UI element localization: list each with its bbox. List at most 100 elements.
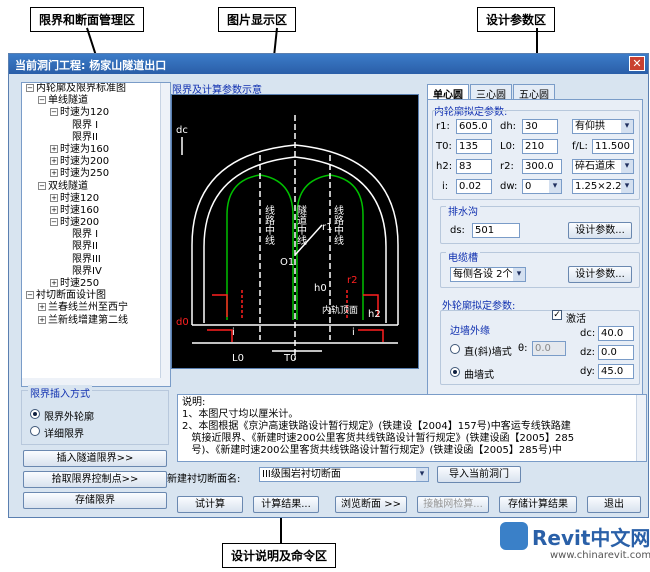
collapse-icon[interactable]: − bbox=[38, 96, 46, 105]
collapse-icon[interactable]: − bbox=[38, 181, 46, 190]
limit-tree[interactable]: − 内轮廓及限界标准图 − 单线隧道 − 时速为120 限界 I 限界II + 时速为160 + 时速… bbox=[21, 82, 171, 387]
tree-item[interactable]: 限界III bbox=[22, 254, 170, 266]
tree-item-label: 衬切断面设计图 bbox=[36, 290, 106, 302]
tree-item[interactable]: 限界II bbox=[22, 132, 170, 144]
detailed-limit-radio[interactable] bbox=[30, 426, 40, 436]
tree-item[interactable]: + 时速160 bbox=[22, 205, 170, 217]
tree-item[interactable]: + 时速250 bbox=[22, 278, 170, 290]
exit-button[interactable]: 退出 bbox=[587, 496, 641, 513]
insert-limit-button[interactable]: 插入隧道限界>> bbox=[23, 450, 167, 467]
tree-item-label: 单线隧道 bbox=[48, 95, 88, 107]
collapse-icon[interactable]: − bbox=[50, 218, 58, 227]
drawing-canvas[interactable]: dc O1 r1 h0 h2 r2 T0 L0 d0 i i 内轨顶面 线路中线… bbox=[171, 94, 419, 369]
dz-field[interactable]: 0.0 bbox=[598, 345, 634, 360]
l0-label: L0: bbox=[500, 141, 516, 152]
section-name-select[interactable]: III级围岩衬切断面 bbox=[259, 467, 429, 482]
invert-select[interactable]: 有仰拱 bbox=[572, 119, 634, 134]
fl-label: f/L: bbox=[572, 141, 588, 152]
theta-field[interactable]: 0.0 bbox=[532, 341, 566, 356]
dy-field[interactable]: 45.0 bbox=[598, 364, 634, 379]
expand-icon[interactable]: + bbox=[50, 157, 58, 166]
description-scrollbar[interactable] bbox=[636, 395, 646, 461]
r1-field[interactable]: 605.0 bbox=[456, 119, 492, 134]
tree-item[interactable]: + 兰春线兰州至西宁 bbox=[22, 302, 170, 314]
collapse-icon[interactable]: − bbox=[50, 108, 58, 117]
import-portal-button[interactable]: 导入当前洞门 bbox=[437, 466, 521, 483]
curved-wall-radio[interactable] bbox=[450, 367, 460, 377]
dh-field[interactable]: 30 bbox=[522, 119, 558, 134]
drain-design-button[interactable]: 设计参数... bbox=[568, 222, 632, 239]
close-icon[interactable]: ✕ bbox=[629, 56, 645, 71]
tree-item[interactable]: − 时速200 bbox=[22, 217, 170, 229]
tree-scrollbar[interactable] bbox=[160, 83, 170, 386]
tree-item-label: 限界 I bbox=[72, 119, 99, 131]
dc-field[interactable]: 40.0 bbox=[598, 326, 634, 341]
fl-field[interactable]: 11.500 bbox=[592, 139, 634, 154]
label-center-line: 隧道中线 bbox=[295, 204, 307, 245]
tunnel-section-drawing: dc O1 r1 h0 h2 r2 T0 L0 d0 i i 内轨顶面 线路中线… bbox=[176, 115, 399, 364]
collapse-icon[interactable]: − bbox=[26, 84, 34, 92]
tree-item[interactable]: + 时速为160 bbox=[22, 144, 170, 156]
tree-item-label: 时速250 bbox=[60, 278, 100, 289]
tree-item[interactable]: + 时速为200 bbox=[22, 156, 170, 168]
label-r2: r2 bbox=[347, 275, 357, 286]
drain-title: 排水沟 bbox=[446, 203, 480, 218]
watermark-brand: Revit中文网 bbox=[532, 526, 650, 550]
tree-item[interactable]: + 兰新线增建第二线 bbox=[22, 315, 170, 327]
ds-field[interactable]: 501 bbox=[472, 223, 520, 238]
tree-item[interactable]: − 衬切断面设计图 bbox=[22, 290, 170, 302]
tree-item[interactable]: − 双线隧道 bbox=[22, 181, 170, 193]
calc-result-button[interactable]: 计算结果... bbox=[253, 496, 319, 513]
callout-command-area: 设计说明及命令区 bbox=[222, 543, 337, 568]
dw-select[interactable]: 0 bbox=[522, 179, 562, 194]
tree-item[interactable]: + 时速为250 bbox=[22, 168, 170, 180]
pick-control-points-button[interactable]: 拾取限界控制点>> bbox=[23, 471, 167, 488]
save-result-button[interactable]: 存储计算结果 bbox=[499, 496, 577, 513]
description-line: 1、本图尺寸均以厘米计。 bbox=[182, 409, 299, 420]
section-name-label: 新建衬切断面名: bbox=[167, 474, 241, 485]
trial-calc-button[interactable]: 试计算 bbox=[177, 496, 243, 513]
expand-icon[interactable]: + bbox=[50, 205, 58, 214]
expand-icon[interactable]: + bbox=[38, 315, 46, 324]
expand-icon[interactable]: + bbox=[38, 303, 46, 312]
tree-item[interactable]: + 时速120 bbox=[22, 193, 170, 205]
expand-icon[interactable]: + bbox=[50, 169, 58, 178]
l0-field[interactable]: 210 bbox=[522, 139, 558, 154]
tree-item[interactable]: − 时速为120 bbox=[22, 107, 170, 119]
window-title: 当前洞门工程: 杨家山隧道出口 bbox=[15, 59, 167, 72]
r2-field[interactable]: 300.0 bbox=[522, 159, 562, 174]
ballast-select[interactable]: 碎石道床 bbox=[572, 159, 634, 174]
straight-wall-radio[interactable] bbox=[450, 344, 460, 354]
r1-label: r1: bbox=[436, 121, 450, 132]
cable-design-button[interactable]: 设计参数... bbox=[568, 266, 632, 283]
h2-field[interactable]: 83 bbox=[456, 159, 492, 174]
label-left-line: 线路中线 bbox=[263, 204, 275, 245]
cable-select[interactable]: 每侧各设 2个 bbox=[450, 267, 526, 282]
tree-item[interactable]: − 单线隧道 bbox=[22, 95, 170, 107]
dw-label: dw: bbox=[500, 181, 518, 192]
tree-item-label: 时速为160 bbox=[60, 143, 110, 155]
label-inner-rail: 内轨顶面 bbox=[322, 304, 358, 316]
contact-check-button[interactable]: 接触网检算... bbox=[417, 496, 489, 513]
tree-item[interactable]: 限界 I bbox=[22, 120, 170, 132]
description-line: 号)、《新建时速200公里客货共线铁路设计暂行规定》(铁建设函【2005】285… bbox=[182, 445, 562, 456]
expand-icon[interactable]: + bbox=[50, 193, 58, 202]
tree-item[interactable]: 限界IV bbox=[22, 266, 170, 278]
callout-param-area: 设计参数区 bbox=[477, 7, 556, 32]
description-box[interactable]: 说明: 1、本图尺寸均以厘米计。 2、本图根据《京沪高速铁路设计暂行规定》(铁建设【… bbox=[177, 394, 647, 462]
browse-section-button[interactable]: 浏览断面 >> bbox=[335, 496, 407, 513]
expand-icon[interactable]: + bbox=[50, 144, 58, 153]
tree-item[interactable]: 限界II bbox=[22, 241, 170, 253]
activate-checkbox[interactable]: ✓ bbox=[552, 310, 562, 320]
outer-contour-radio[interactable] bbox=[30, 409, 40, 419]
store-limit-button[interactable]: 存储限界 bbox=[23, 492, 167, 509]
expand-icon[interactable]: + bbox=[50, 279, 58, 287]
size-select[interactable]: 1.25×2.20 bbox=[572, 179, 634, 194]
i-field[interactable]: 0.02 bbox=[456, 179, 492, 194]
tree-item[interactable]: 限界 I bbox=[22, 229, 170, 241]
h2-label: h2: bbox=[436, 161, 453, 172]
tree-item[interactable]: − 内轮廓及限界标准图 bbox=[22, 83, 170, 95]
t0-label: T0: bbox=[436, 141, 452, 152]
t0-field[interactable]: 135 bbox=[456, 139, 492, 154]
collapse-icon[interactable]: − bbox=[26, 291, 34, 300]
